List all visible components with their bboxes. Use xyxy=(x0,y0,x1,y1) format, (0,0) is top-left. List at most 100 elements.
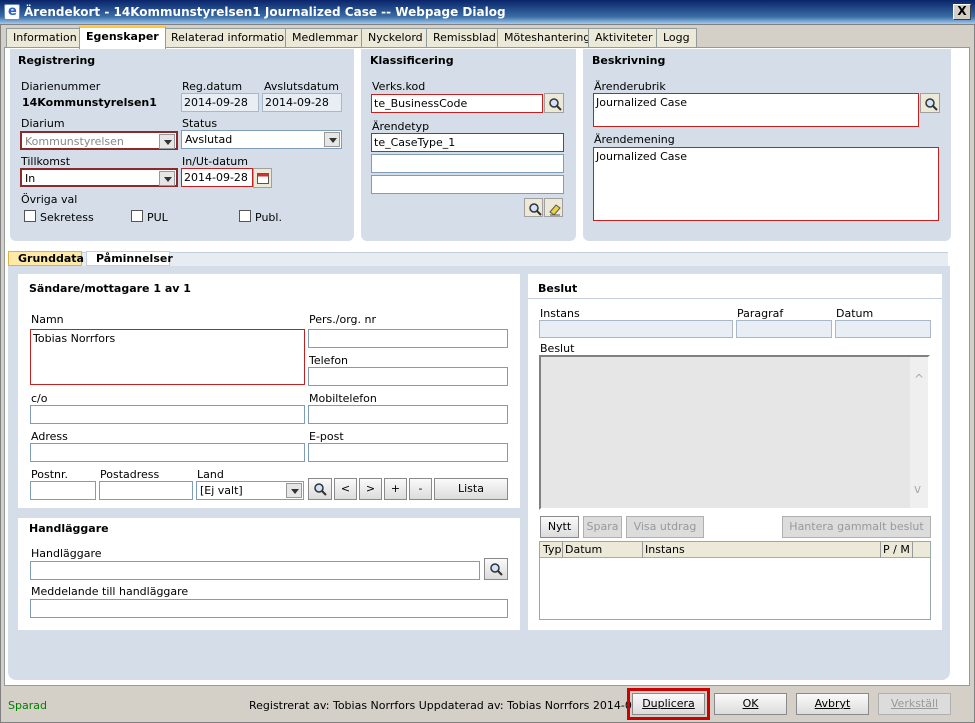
persnr-label: Pers./org. nr xyxy=(309,313,376,326)
ok-button[interactable]: OK xyxy=(714,693,787,715)
tab-relaterad-information[interactable]: Relaterad information xyxy=(164,28,299,48)
persnr-input[interactable] xyxy=(308,329,508,348)
col-divider xyxy=(880,542,881,558)
col-divider xyxy=(912,542,913,558)
status-text: Sparad xyxy=(8,699,47,712)
verkskod-input[interactable]: te_BusinessCode xyxy=(371,94,543,113)
klassificering-extra-2[interactable] xyxy=(371,175,564,194)
chevron-down-icon xyxy=(159,134,175,149)
rubrik-input[interactable]: Journalized Case xyxy=(593,93,919,127)
prev-button[interactable]: < xyxy=(334,478,357,500)
pul-checkbox[interactable] xyxy=(131,210,143,222)
sandare-panel xyxy=(18,274,520,508)
add-button[interactable]: + xyxy=(384,478,407,500)
adress-input[interactable] xyxy=(30,443,305,462)
namn-input[interactable]: Tobias Norrfors xyxy=(30,329,305,385)
beslut-title: Beslut xyxy=(538,282,578,295)
col-instans[interactable]: Instans xyxy=(645,543,685,556)
spara-button[interactable]: Spara xyxy=(583,516,622,538)
inut-label: In/Ut-datum xyxy=(182,155,248,168)
land-select[interactable]: [Ej valt] xyxy=(196,481,304,500)
co-input[interactable] xyxy=(30,405,305,424)
handlaggare-input[interactable] xyxy=(30,561,480,580)
search-icon[interactable] xyxy=(544,93,564,113)
sandare-title: Sändare/mottagare 1 av 1 xyxy=(29,282,191,295)
tab-aktiviteter[interactable]: Aktiviteter xyxy=(588,28,660,48)
scroll-up-icon[interactable]: ^ xyxy=(914,372,924,386)
regdatum-value: 2014-09-28 xyxy=(181,93,259,112)
publ-checkbox[interactable] xyxy=(239,210,251,222)
beslut-textarea[interactable] xyxy=(539,355,930,510)
epost-input[interactable] xyxy=(308,443,508,462)
verkstall-button[interactable]: Verkställ xyxy=(878,693,951,715)
tab-logg[interactable]: Logg xyxy=(656,28,697,48)
scroll-down-icon[interactable]: v xyxy=(914,482,921,496)
telefon-label: Telefon xyxy=(309,354,349,367)
status-label: Status xyxy=(182,117,218,130)
col-typ[interactable]: Typ xyxy=(543,543,562,556)
tab-information[interactable]: Information xyxy=(6,28,84,48)
search-icon[interactable] xyxy=(524,198,543,217)
visa-utdrag-button[interactable]: Visa utdrag xyxy=(626,516,704,538)
diarienummer-value: 14Kommunstyrelsen1 xyxy=(22,96,157,109)
adress-label: Adress xyxy=(31,430,68,443)
avslutsdatum-value: 2014-09-28 xyxy=(262,93,342,112)
instans-input xyxy=(539,320,733,338)
beslut-divider xyxy=(528,298,942,299)
diarienummer-label: Diarienummer xyxy=(21,80,101,93)
chevron-down-icon xyxy=(324,132,340,147)
telefon-input[interactable] xyxy=(308,367,508,386)
lista-button[interactable]: Lista xyxy=(434,478,508,500)
chevron-down-icon xyxy=(159,171,175,186)
hantera-gammalt-beslut-button[interactable]: Hantera gammalt beslut xyxy=(782,516,931,538)
namn-label: Namn xyxy=(31,313,64,326)
klassificering-title: Klassificering xyxy=(370,54,454,67)
mening-label: Ärendemening xyxy=(594,133,675,146)
land-select-value: [Ej valt] xyxy=(200,484,243,497)
chevron-down-icon xyxy=(286,483,302,498)
tillkomst-select[interactable]: In xyxy=(20,168,178,187)
mobil-input[interactable] xyxy=(308,405,508,424)
instans-label: Instans xyxy=(540,307,580,320)
tab-medlemmar[interactable]: Medlemmar xyxy=(285,28,365,48)
tab-moteshantering[interactable]: Möteshantering xyxy=(497,28,598,48)
col-pm[interactable]: P / M xyxy=(883,543,910,556)
close-button[interactable]: X xyxy=(953,4,971,20)
tab-egenskaper[interactable]: Egenskaper xyxy=(79,26,166,49)
arendetyp-input[interactable]: te_CaseType_1 xyxy=(371,133,564,152)
avbryt-button[interactable]: Avbryt xyxy=(796,693,869,715)
pul-label: PUL xyxy=(147,211,168,224)
meddelande-input[interactable] xyxy=(30,599,508,618)
klassificering-extra-1[interactable] xyxy=(371,154,564,173)
subtab-grunddata[interactable]: Grunddata xyxy=(8,251,84,266)
col-divider xyxy=(642,542,643,558)
search-icon[interactable] xyxy=(920,93,940,113)
tab-nyckelord[interactable]: Nyckelord xyxy=(361,28,430,48)
diarium-select[interactable]: Kommunstyrelsen xyxy=(20,131,178,150)
inut-date-input[interactable]: 2014-09-28 xyxy=(181,168,253,187)
epost-label: E-post xyxy=(309,430,344,443)
remove-button[interactable]: - xyxy=(409,478,432,500)
calendar-icon[interactable] xyxy=(253,168,272,188)
co-label: c/o xyxy=(31,392,48,405)
status-select[interactable]: Avslutad xyxy=(181,130,342,149)
mening-input[interactable]: Journalized Case xyxy=(593,147,939,221)
subtab-paminnelser[interactable]: Påminnelser xyxy=(86,251,173,266)
nytt-button[interactable]: Nytt xyxy=(540,516,579,538)
rubrik-label: Ärenderubrik xyxy=(594,80,666,93)
diarium-select-value: Kommunstyrelsen xyxy=(25,135,124,148)
search-icon[interactable] xyxy=(308,478,332,500)
postadress-input[interactable] xyxy=(99,481,193,500)
search-icon[interactable] xyxy=(484,558,508,580)
verkskod-label: Verks.kod xyxy=(372,80,426,93)
eraser-icon[interactable] xyxy=(544,198,563,217)
mobil-label: Mobiltelefon xyxy=(309,392,377,405)
duplicera-button[interactable]: Duplicera xyxy=(632,693,705,715)
handlaggare-title: Handläggare xyxy=(29,522,109,535)
tab-remissblad[interactable]: Remissblad xyxy=(426,28,503,48)
postnr-input[interactable] xyxy=(30,481,96,500)
next-button[interactable]: > xyxy=(359,478,382,500)
publ-label: Publ. xyxy=(255,211,282,224)
col-datum[interactable]: Datum xyxy=(565,543,602,556)
sekretess-checkbox[interactable] xyxy=(24,210,36,222)
